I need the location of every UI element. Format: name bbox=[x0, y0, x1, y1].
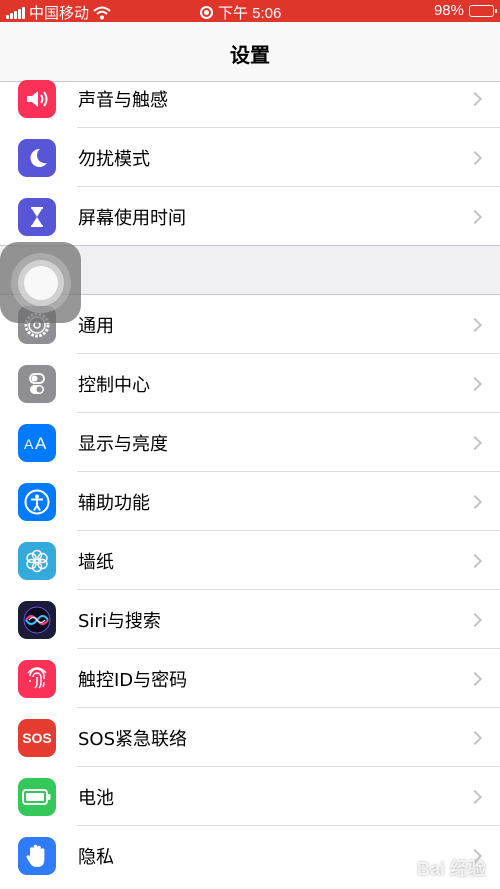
settings-row-label: 辅助功能 bbox=[78, 492, 150, 514]
settings-row-accessibility[interactable]: 辅助功能 bbox=[0, 472, 500, 531]
settings-row-label: 墙纸 bbox=[78, 551, 114, 573]
assistive-touch-button[interactable] bbox=[0, 242, 81, 323]
fingerprint-icon bbox=[18, 659, 56, 698]
settings-row-label: 控制中心 bbox=[78, 374, 150, 396]
settings-group-1: 声音与触感勿扰模式屏幕使用时间 bbox=[0, 79, 500, 246]
chevron-right-icon bbox=[467, 435, 483, 450]
settings-row-label: Siri与搜索 bbox=[78, 610, 161, 632]
settings-row-label: SOS紧急联络 bbox=[78, 728, 188, 750]
svg-text:A: A bbox=[35, 434, 47, 453]
sos-icon-text: SOS bbox=[22, 729, 52, 746]
chevron-right-icon bbox=[467, 730, 483, 745]
settings-row-flower[interactable]: 墙纸 bbox=[0, 531, 500, 590]
chevron-right-icon bbox=[467, 553, 483, 568]
status-right: 98% bbox=[433, 2, 497, 19]
battery-icon bbox=[18, 777, 56, 816]
chevron-right-icon bbox=[467, 789, 483, 804]
flower-icon bbox=[18, 541, 56, 580]
settings-row-fingerprint[interactable]: 触控ID与密码 bbox=[0, 649, 500, 708]
settings-row-speaker[interactable]: 声音与触感 bbox=[0, 69, 500, 128]
screen-record-icon bbox=[200, 6, 213, 19]
page-title: 设置 bbox=[230, 43, 270, 67]
svg-text:A: A bbox=[24, 436, 34, 452]
settings-row-label: 触控ID与密码 bbox=[78, 669, 188, 691]
settings-row-sos[interactable]: SOS SOS紧急联络 bbox=[0, 708, 500, 767]
settings-row-toggles[interactable]: 控制中心 bbox=[0, 354, 500, 413]
settings-row-label: 电池 bbox=[78, 787, 114, 809]
chevron-right-icon bbox=[467, 91, 483, 106]
chevron-right-icon bbox=[467, 209, 483, 224]
chevron-right-icon bbox=[467, 317, 483, 332]
moon-icon bbox=[18, 138, 56, 177]
battery-percent: 98% bbox=[433, 2, 464, 19]
carrier-label: 中国移动 bbox=[29, 5, 90, 22]
wifi-icon bbox=[93, 6, 111, 19]
signal-icon bbox=[6, 6, 25, 19]
hourglass-icon bbox=[18, 197, 56, 236]
accessibility-icon bbox=[18, 482, 56, 521]
chevron-right-icon bbox=[467, 494, 483, 509]
status-bar: 中国移动 下午 5:06 98% bbox=[0, 0, 500, 22]
hand-icon bbox=[18, 836, 56, 875]
settings-row-moon[interactable]: 勿扰模式 bbox=[0, 128, 500, 187]
time-label: 下午 5:06 bbox=[218, 5, 282, 22]
speaker-icon bbox=[18, 79, 56, 118]
status-left: 中国移动 bbox=[6, 2, 111, 23]
settings-row-label: 屏幕使用时间 bbox=[78, 207, 186, 229]
settings-row-label: 显示与亮度 bbox=[78, 433, 168, 455]
settings-row-label: 隐私 bbox=[78, 846, 114, 868]
settings-row-text-size[interactable]: A A 显示与亮度 bbox=[0, 413, 500, 472]
toggles-icon bbox=[18, 364, 56, 403]
chevron-right-icon bbox=[467, 612, 483, 627]
settings-row-hourglass[interactable]: 屏幕使用时间 bbox=[0, 187, 500, 246]
settings-row-label: 通用 bbox=[78, 315, 114, 337]
status-center: 下午 5:06 bbox=[200, 2, 281, 23]
chevron-right-icon bbox=[467, 376, 483, 391]
text-size-icon: AA bbox=[18, 423, 56, 462]
settings-row-siri[interactable]: Siri与搜索 bbox=[0, 590, 500, 649]
settings-row-label: 勿扰模式 bbox=[78, 148, 150, 170]
settings-group-2: 通用控制中心 A A 显示与亮度辅助功能墙纸 Siri与搜索触控ID与密码 SOS SOS紧… bbox=[0, 294, 500, 889]
chevron-right-icon bbox=[467, 150, 483, 165]
watermark-text: Bai 经验 bbox=[416, 859, 486, 879]
battery-status-icon bbox=[469, 4, 497, 17]
siri-icon bbox=[18, 600, 56, 639]
chevron-right-icon bbox=[467, 671, 483, 686]
settings-row-label: 声音与触感 bbox=[78, 89, 168, 111]
sos-icon: SOS bbox=[18, 718, 56, 757]
settings-row-battery[interactable]: 电池 bbox=[0, 767, 500, 826]
